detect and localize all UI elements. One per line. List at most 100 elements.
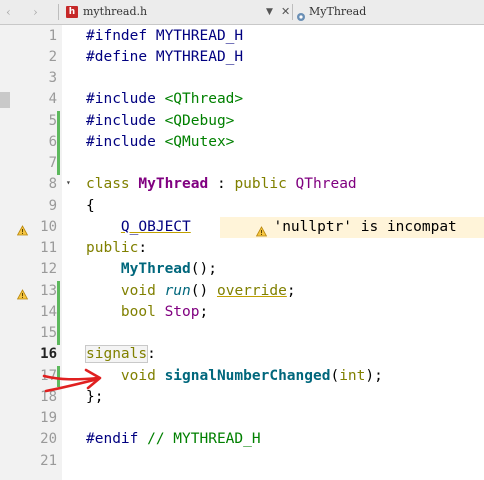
code-line[interactable]: 2 #define MYTHREAD_H	[0, 47, 484, 68]
warning-icon[interactable]	[16, 221, 29, 236]
code-text[interactable]: class MyThread : public QThread	[86, 174, 357, 195]
code-token: {	[86, 197, 95, 214]
code-token: <QThread>	[164, 91, 244, 108]
line-number: 10	[40, 218, 57, 235]
code-line[interactable]: 5 #include <QDebug>	[0, 111, 484, 132]
line-number: 9	[48, 197, 57, 214]
code-token: Stop	[164, 303, 200, 320]
fold-toggle-icon[interactable]: ▾	[66, 178, 71, 187]
code-text[interactable]: #endif // MYTHREAD_H	[86, 429, 261, 450]
class-symbol-icon	[296, 7, 306, 21]
code-line[interactable]: 21	[0, 451, 484, 472]
forward-arrow-icon[interactable]: ›	[33, 0, 38, 24]
line-number: 7	[48, 155, 57, 171]
code-text[interactable]: #include <QThread>	[86, 89, 243, 110]
code-line[interactable]: 20 #endif // MYTHREAD_H	[0, 429, 484, 450]
line-number: 21	[40, 452, 57, 469]
line-number: 13	[40, 282, 57, 299]
code-token: :	[147, 346, 156, 363]
code-line[interactable]: 8 ▾ class MyThread : public QThread	[0, 174, 484, 195]
code-line[interactable]: 19	[0, 408, 484, 429]
code-token: // MYTHREAD_H	[147, 431, 261, 448]
code-line[interactable]: 11 public:	[0, 238, 484, 259]
header-file-icon: h	[66, 6, 78, 18]
line-number: 11	[40, 240, 57, 256]
code-text[interactable]: #include <QMutex>	[86, 132, 234, 153]
code-text[interactable]: void run() override;	[86, 281, 296, 302]
code-text[interactable]: MyThread();	[86, 259, 217, 280]
code-text[interactable]: signals:	[84, 344, 156, 365]
code-line[interactable]: 14 bool Stop;	[0, 302, 484, 323]
code-line[interactable]: 16 signals:	[0, 344, 484, 365]
line-number: 14	[40, 303, 57, 320]
code-line[interactable]: 6 #include <QMutex>	[0, 132, 484, 153]
code-token: #include	[86, 133, 165, 150]
code-token: );	[365, 367, 383, 384]
code-token: ;	[199, 303, 209, 320]
code-line[interactable]: 9{	[0, 196, 484, 217]
toolbar-divider	[292, 4, 293, 20]
code-token: signalNumberChanged	[164, 367, 331, 384]
line-number: 1	[48, 27, 57, 44]
code-line[interactable]: 15	[0, 323, 484, 344]
code-token: ;	[286, 282, 296, 299]
code-token: class	[86, 176, 139, 193]
code-token: (	[330, 367, 340, 384]
code-text[interactable]: {	[86, 196, 95, 217]
line-number: 3	[48, 70, 57, 86]
code-token: public	[86, 240, 139, 256]
code-token: :	[208, 176, 235, 193]
code-token: <QMutex>	[164, 133, 235, 150]
current-symbol-selector[interactable]: MyThread	[309, 0, 366, 24]
code-line[interactable]: 1 #ifndef MYTHREAD_H	[0, 26, 484, 47]
file-dropdown-icon[interactable]: ▼	[266, 0, 273, 24]
code-token: #include	[86, 112, 165, 129]
code-token: bool	[120, 303, 165, 320]
line-number: 4	[48, 91, 57, 108]
code-token: int	[339, 367, 366, 384]
toolbar-divider	[58, 4, 59, 20]
code-line[interactable]: 'nullptr' is incompat 10 Q_OBJECT	[0, 216, 484, 238]
line-number: 8	[48, 176, 57, 193]
code-token: ()	[190, 282, 217, 299]
code-token: #ifndef	[86, 27, 156, 44]
code-text[interactable]: public:	[86, 238, 147, 259]
line-number: 16	[40, 346, 57, 363]
code-token: override	[216, 282, 287, 299]
code-line[interactable]: 12 MyThread();	[0, 259, 484, 280]
code-text[interactable]: Q_OBJECT	[86, 217, 191, 238]
code-token: Q_OBJECT	[120, 218, 191, 235]
warning-icon[interactable]	[16, 285, 29, 299]
code-line[interactable]: 3	[0, 68, 484, 89]
line-number: 12	[40, 261, 57, 278]
line-number: 15	[40, 325, 57, 341]
code-text[interactable]: #ifndef MYTHREAD_H	[86, 26, 243, 47]
code-token: public	[234, 176, 296, 193]
code-text[interactable]: #define MYTHREAD_H	[86, 47, 243, 68]
code-token: #define	[86, 48, 156, 65]
code-token: QThread	[295, 176, 357, 193]
red-annotation-arrow	[42, 368, 102, 393]
code-token: #include	[86, 91, 165, 108]
close-file-icon[interactable]: ✕	[281, 0, 290, 24]
code-token: #endif	[86, 431, 148, 448]
code-line[interactable]: 7	[0, 153, 484, 174]
warning-message: 'nullptr' is incompat	[256, 218, 457, 235]
inline-warning-annotation[interactable]: 'nullptr' is incompat	[220, 216, 484, 238]
code-token: :	[138, 240, 148, 256]
open-file-name[interactable]: mythread.h	[83, 0, 147, 24]
back-arrow-icon[interactable]: ‹	[6, 0, 11, 24]
code-line[interactable]: 4 #include <QThread>	[0, 89, 484, 110]
code-token: ();	[190, 261, 217, 278]
code-text[interactable]: void signalNumberChanged(int);	[86, 366, 383, 387]
code-token: void	[120, 367, 165, 384]
code-token: signals	[84, 345, 149, 364]
code-text[interactable]: #include <QDebug>	[86, 111, 234, 132]
code-text[interactable]: bool Stop;	[86, 302, 208, 323]
code-token: MYTHREAD_H	[155, 27, 244, 44]
code-token: run	[164, 282, 191, 299]
code-line[interactable]: 13 void run() override;	[0, 281, 484, 302]
